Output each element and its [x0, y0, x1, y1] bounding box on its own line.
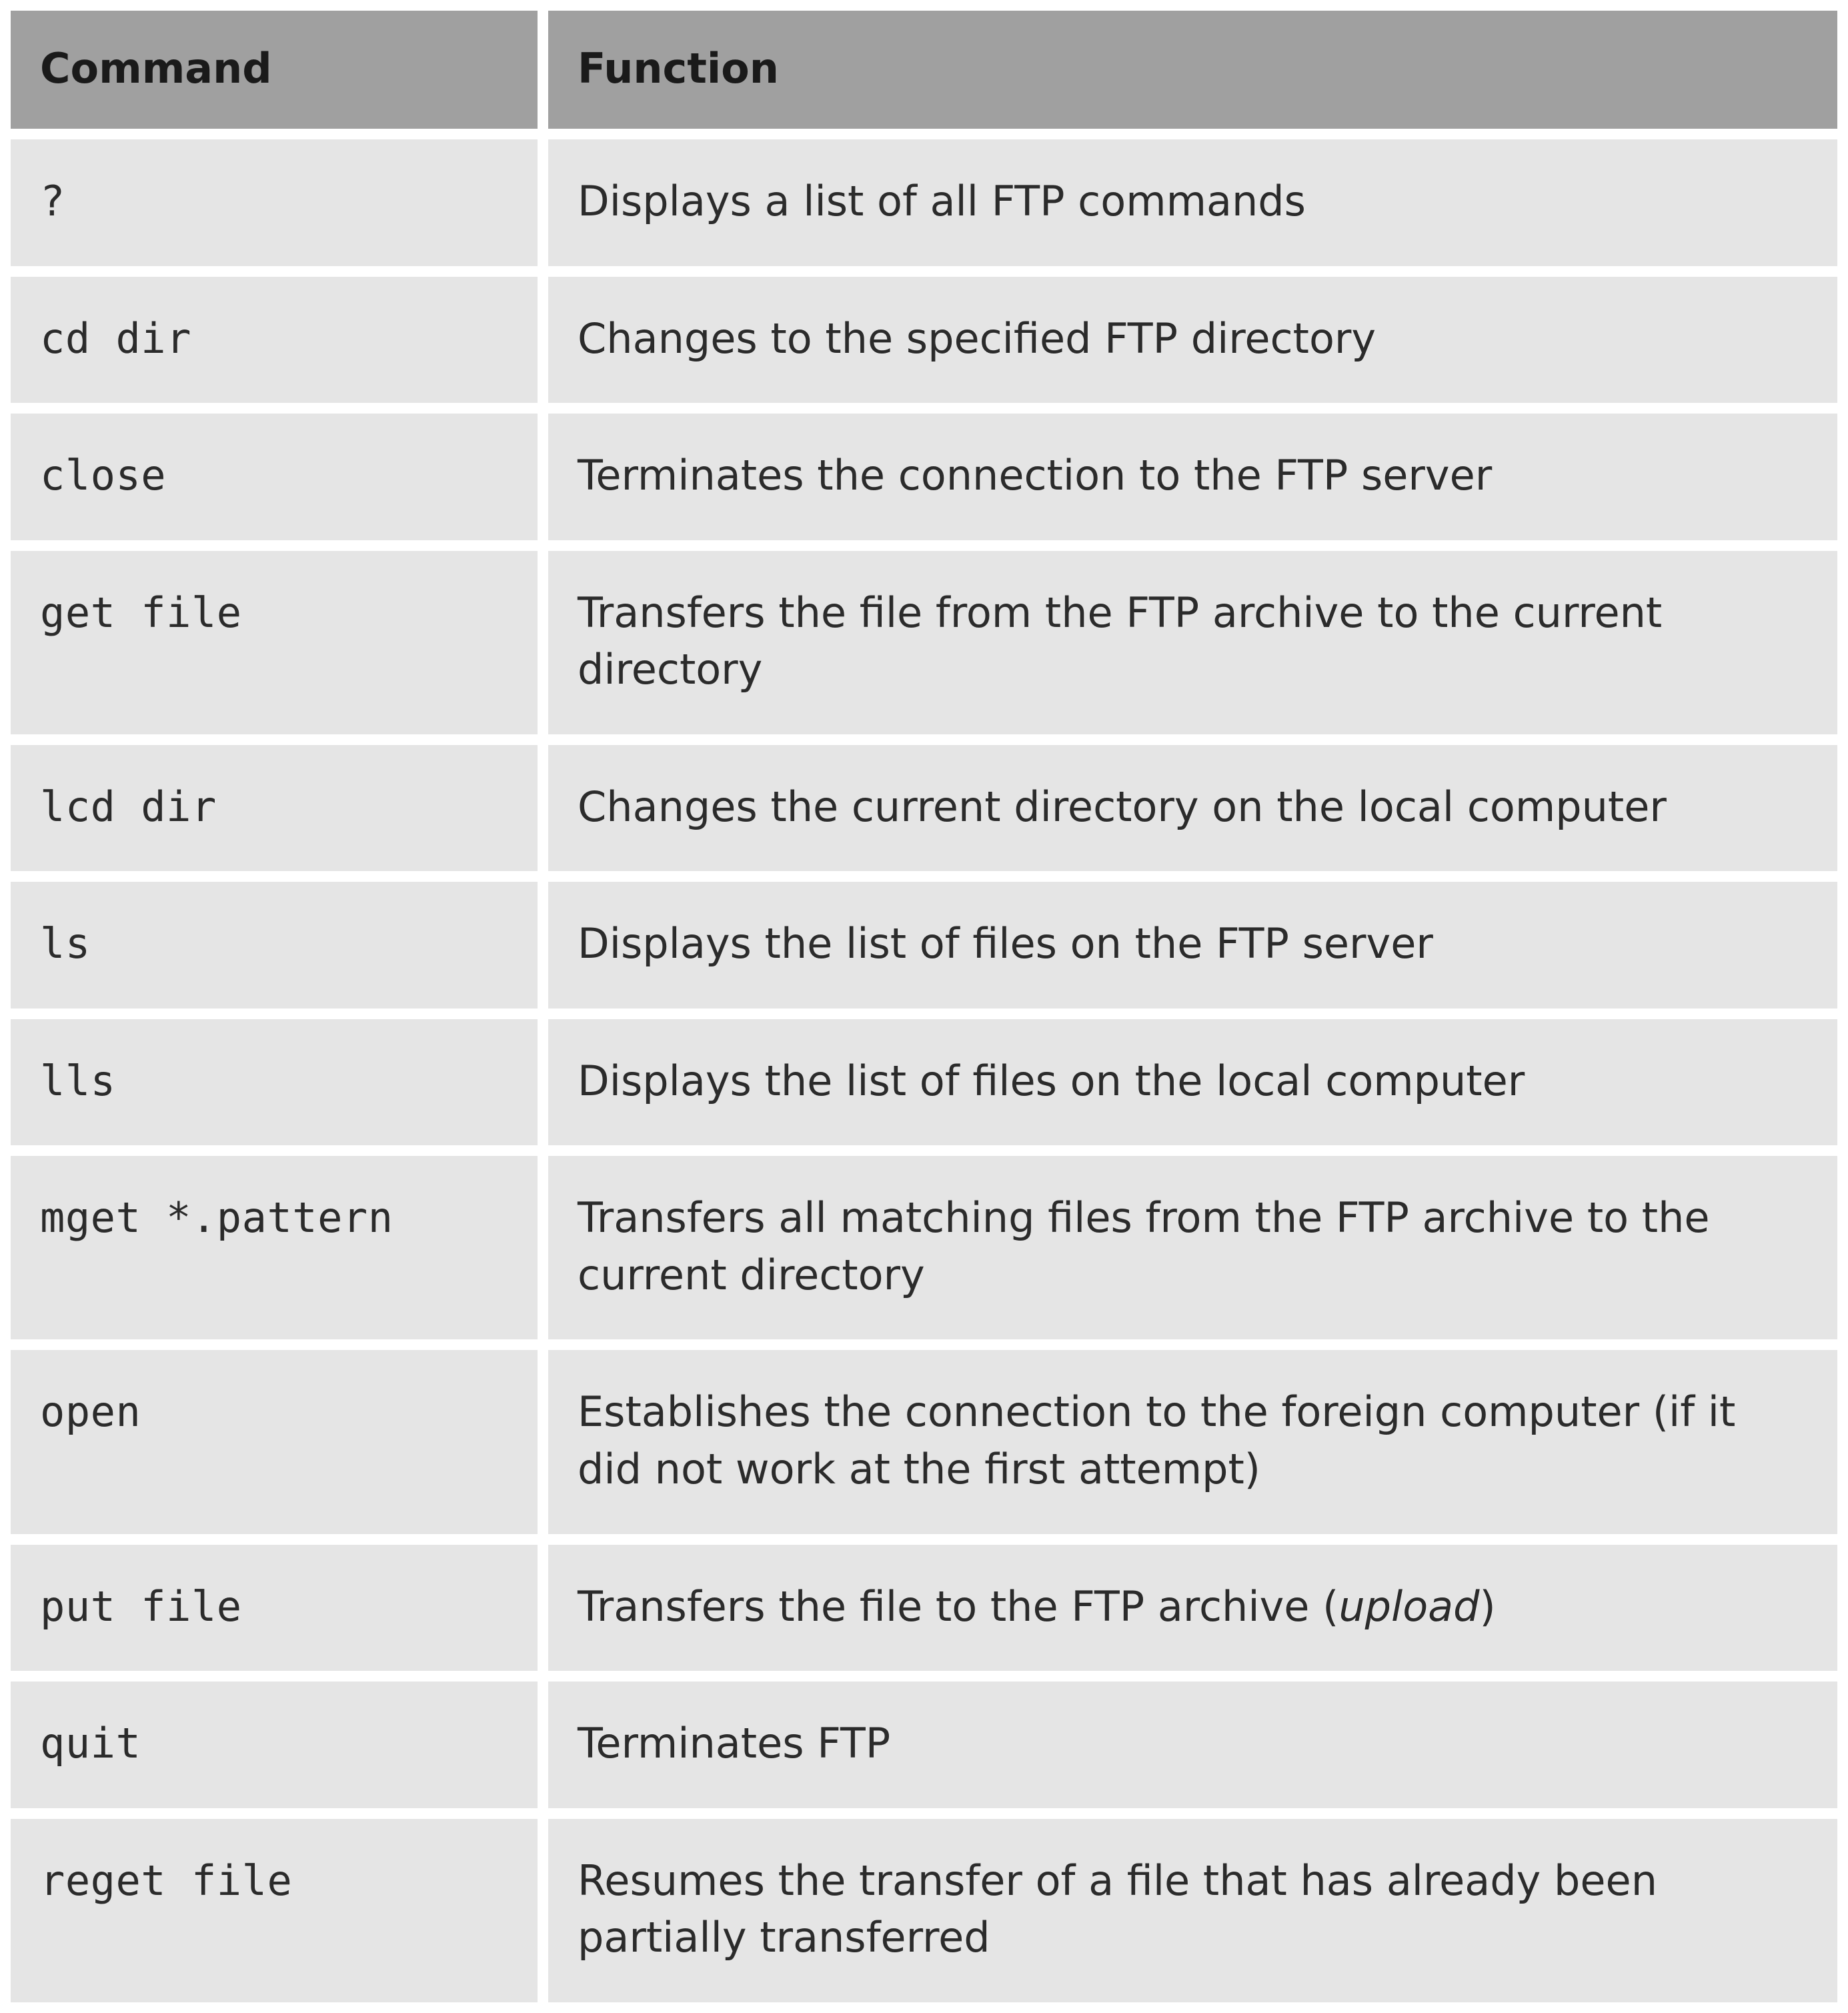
table-header-row: Command Function — [11, 11, 1837, 129]
ftp-commands-table: Command Function ? Displays a list of al… — [0, 0, 1848, 2013]
table-row: open Establishes the connection to the f… — [11, 1350, 1837, 1533]
cell-command: get file — [11, 551, 538, 734]
table-row: lls Displays the list of files on the lo… — [11, 1019, 1837, 1146]
table-row: quit Terminates FTP — [11, 1682, 1837, 1808]
table-row: put file Transfers the file to the FTP a… — [11, 1545, 1837, 1671]
table-row: lcd dir Changes the current directory on… — [11, 745, 1837, 872]
table-row: cd dir Changes to the specified FTP dire… — [11, 277, 1837, 404]
ftp-commands-table-container: Command Function ? Displays a list of al… — [0, 0, 1848, 2013]
cell-function: Terminates FTP — [548, 1682, 1837, 1808]
cell-command: ? — [11, 139, 538, 266]
cell-command: close — [11, 414, 538, 540]
cell-command: put file — [11, 1545, 538, 1671]
cell-function: Displays the list of files on the FTP se… — [548, 882, 1837, 1009]
cell-command: quit — [11, 1682, 538, 1808]
table-row: close Terminates the connection to the F… — [11, 414, 1837, 540]
cell-function: Transfers the file from the FTP archive … — [548, 551, 1837, 734]
cell-function: Changes the current directory on the loc… — [548, 745, 1837, 872]
cell-command: lls — [11, 1019, 538, 1146]
cell-command: reget file — [11, 1819, 538, 2002]
table-row: ls Displays the list of files on the FTP… — [11, 882, 1837, 1009]
table-row: mget *.pattern Transfers all matching fi… — [11, 1156, 1837, 1339]
cell-command: lcd dir — [11, 745, 538, 872]
cell-function: Resumes the transfer of a file that has … — [548, 1819, 1837, 2002]
cell-function: Changes to the specified FTP directory — [548, 277, 1837, 404]
table-row: reget file Resumes the transfer of a fil… — [11, 1819, 1837, 2002]
header-command: Command — [11, 11, 538, 129]
cell-command: open — [11, 1350, 538, 1533]
cell-function: Displays the list of files on the local … — [548, 1019, 1837, 1146]
cell-command: cd dir — [11, 277, 538, 404]
table-row: get file Transfers the file from the FTP… — [11, 551, 1837, 734]
cell-command: ls — [11, 882, 538, 1009]
cell-function: Establishes the connection to the foreig… — [548, 1350, 1837, 1533]
cell-function: Displays a list of all FTP commands — [548, 139, 1837, 266]
cell-function: Transfers all matching files from the FT… — [548, 1156, 1837, 1339]
header-function: Function — [548, 11, 1837, 129]
cell-function: Transfers the file to the FTP archive (u… — [548, 1545, 1837, 1671]
table-row: ? Displays a list of all FTP commands — [11, 139, 1837, 266]
cell-command: mget *.pattern — [11, 1156, 538, 1339]
cell-function: Terminates the connection to the FTP ser… — [548, 414, 1837, 540]
